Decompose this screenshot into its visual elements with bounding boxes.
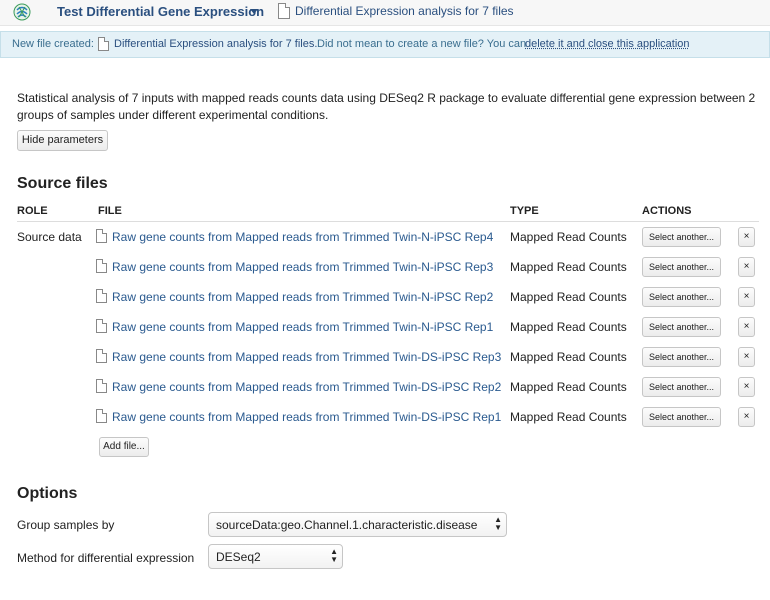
select-arrows-icon: ▲ ▼	[494, 515, 502, 532]
file-link[interactable]: Raw gene counts from Mapped reads from T…	[112, 410, 501, 424]
app-logo-icon[interactable]	[12, 2, 32, 22]
column-file: FILE	[98, 205, 122, 217]
file-link[interactable]: Raw gene counts from Mapped reads from T…	[112, 380, 501, 394]
file-link[interactable]: Raw gene counts from Mapped reads from T…	[112, 350, 501, 364]
chevron-down-icon[interactable]	[250, 9, 258, 14]
file-link[interactable]: Raw gene counts from Mapped reads from T…	[112, 290, 493, 304]
group-samples-label: Group samples by	[17, 518, 115, 532]
new-file-notice: New file created: Differential Expressio…	[0, 31, 770, 58]
select-another-button[interactable]: Select another...	[642, 317, 721, 337]
group-samples-select[interactable]: sourceData:geo.Channel.1.characteristic.…	[208, 512, 507, 537]
group-samples-value: sourceData:geo.Channel.1.characteristic.…	[216, 518, 478, 532]
file-icon	[96, 229, 107, 243]
method-select[interactable]: DESeq2 ▲ ▼	[208, 544, 343, 569]
select-another-button[interactable]: Select another...	[642, 287, 721, 307]
select-another-button[interactable]: Select another...	[642, 377, 721, 397]
file-type: Mapped Read Counts	[510, 230, 627, 244]
remove-file-button[interactable]: ×	[738, 317, 755, 337]
file-icon	[96, 259, 107, 273]
select-another-button[interactable]: Select another...	[642, 227, 721, 247]
select-another-button[interactable]: Select another...	[642, 407, 721, 427]
file-link[interactable]: Raw gene counts from Mapped reads from T…	[112, 230, 493, 244]
file-icon	[96, 319, 107, 333]
column-role: ROLE	[17, 205, 48, 217]
column-actions: ACTIONS	[642, 205, 692, 217]
file-icon	[96, 409, 107, 423]
current-file-name[interactable]: Differential Expression analysis for 7 f…	[295, 4, 514, 18]
column-type: TYPE	[510, 205, 539, 217]
file-icon	[96, 289, 107, 303]
file-type: Mapped Read Counts	[510, 320, 627, 334]
file-link[interactable]: Raw gene counts from Mapped reads from T…	[112, 260, 493, 274]
file-icon	[278, 3, 290, 19]
remove-file-button[interactable]: ×	[738, 227, 755, 247]
file-type: Mapped Read Counts	[510, 350, 627, 364]
file-type: Mapped Read Counts	[510, 380, 627, 394]
remove-file-button[interactable]: ×	[738, 257, 755, 277]
notice-prefix: New file created:	[12, 38, 94, 50]
description: Statistical analysis of 7 inputs with ma…	[17, 91, 756, 122]
file-type: Mapped Read Counts	[510, 410, 627, 424]
file-icon	[98, 37, 109, 51]
remove-file-button[interactable]: ×	[738, 347, 755, 367]
source-files-heading: Source files	[17, 175, 108, 192]
file-icon	[96, 379, 107, 393]
add-file-button[interactable]: Add file...	[99, 437, 149, 457]
notice-question: Did not mean to create a new file? You c…	[317, 38, 527, 50]
file-type: Mapped Read Counts	[510, 260, 627, 274]
hide-parameters-button[interactable]: Hide parameters	[17, 130, 108, 151]
select-arrows-icon: ▲ ▼	[330, 547, 338, 564]
top-bar: Test Differential Gene Expression Differ…	[0, 0, 770, 26]
role-source-data: Source data	[17, 230, 82, 244]
app-title[interactable]: Test Differential Gene Expression	[57, 4, 264, 19]
method-label: Method for differential expression	[17, 551, 195, 565]
options-heading: Options	[17, 485, 78, 502]
file-link[interactable]: Raw gene counts from Mapped reads from T…	[112, 320, 493, 334]
notice-file-name: Differential Expression analysis for 7 f…	[114, 38, 318, 50]
remove-file-button[interactable]: ×	[738, 407, 755, 427]
method-value: DESeq2	[216, 550, 261, 564]
file-icon	[96, 349, 107, 363]
delete-and-close-link[interactable]: delete it and close this application	[525, 38, 690, 50]
remove-file-button[interactable]: ×	[738, 377, 755, 397]
select-another-button[interactable]: Select another...	[642, 347, 721, 367]
select-another-button[interactable]: Select another...	[642, 257, 721, 277]
file-type: Mapped Read Counts	[510, 290, 627, 304]
table-header-divider	[17, 221, 759, 222]
remove-file-button[interactable]: ×	[738, 287, 755, 307]
